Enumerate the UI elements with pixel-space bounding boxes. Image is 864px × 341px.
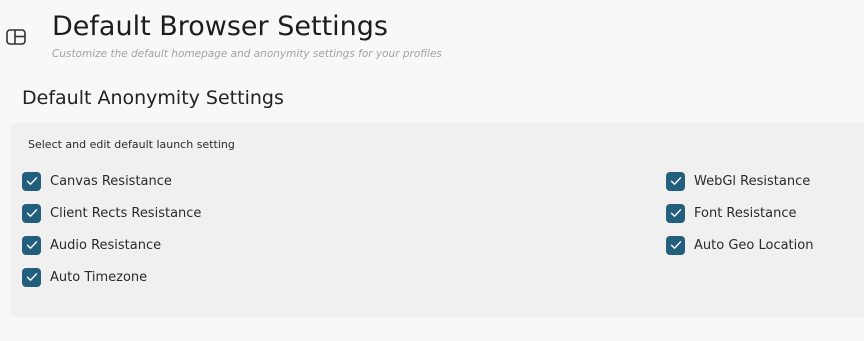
- option-webgl-resistance[interactable]: WebGl Resistance: [666, 171, 810, 191]
- checkbox-auto-geo-location[interactable]: [666, 235, 685, 255]
- checkbox-client-rects-resistance[interactable]: [22, 203, 41, 223]
- anonymity-settings-panel: Select and edit default launch setting C…: [10, 123, 864, 317]
- checkmark-icon: [26, 241, 37, 249]
- checkmark-icon: [670, 209, 681, 217]
- option-auto-geo-location[interactable]: Auto Geo Location: [666, 235, 813, 255]
- checkmark-icon: [26, 177, 37, 185]
- checkmark-icon: [670, 241, 681, 249]
- page-subtitle: Customize the default homepage and anony…: [52, 48, 442, 60]
- option-label: Auto Geo Location: [694, 237, 814, 253]
- checkbox-canvas-resistance[interactable]: [22, 171, 41, 191]
- checkbox-auto-timezone[interactable]: [22, 267, 41, 287]
- option-label: WebGl Resistance: [694, 173, 811, 189]
- checkbox-webgl-resistance[interactable]: [666, 171, 685, 191]
- checkbox-audio-resistance[interactable]: [22, 235, 41, 255]
- page-title: Default Browser Settings: [52, 11, 388, 42]
- option-audio-resistance[interactable]: Audio Resistance: [22, 235, 161, 255]
- option-label: Font Resistance: [694, 205, 797, 221]
- checkmark-icon: [26, 209, 37, 217]
- option-font-resistance[interactable]: Font Resistance: [666, 203, 797, 223]
- panel-hint: Select and edit default launch setting: [28, 138, 235, 151]
- option-label: Audio Resistance: [50, 237, 162, 253]
- section-title: Default Anonymity Settings: [22, 87, 284, 109]
- checkbox-font-resistance[interactable]: [666, 203, 685, 223]
- option-client-rects-resistance[interactable]: Client Rects Resistance: [22, 203, 201, 223]
- checkmark-icon: [26, 273, 37, 281]
- option-canvas-resistance[interactable]: Canvas Resistance: [22, 171, 172, 191]
- sidebar-toggle-icon[interactable]: [6, 28, 26, 46]
- option-label: Client Rects Resistance: [50, 205, 202, 221]
- option-label: Auto Timezone: [50, 269, 148, 285]
- option-label: Canvas Resistance: [50, 173, 172, 189]
- checkmark-icon: [670, 177, 681, 185]
- option-auto-timezone[interactable]: Auto Timezone: [22, 267, 147, 287]
